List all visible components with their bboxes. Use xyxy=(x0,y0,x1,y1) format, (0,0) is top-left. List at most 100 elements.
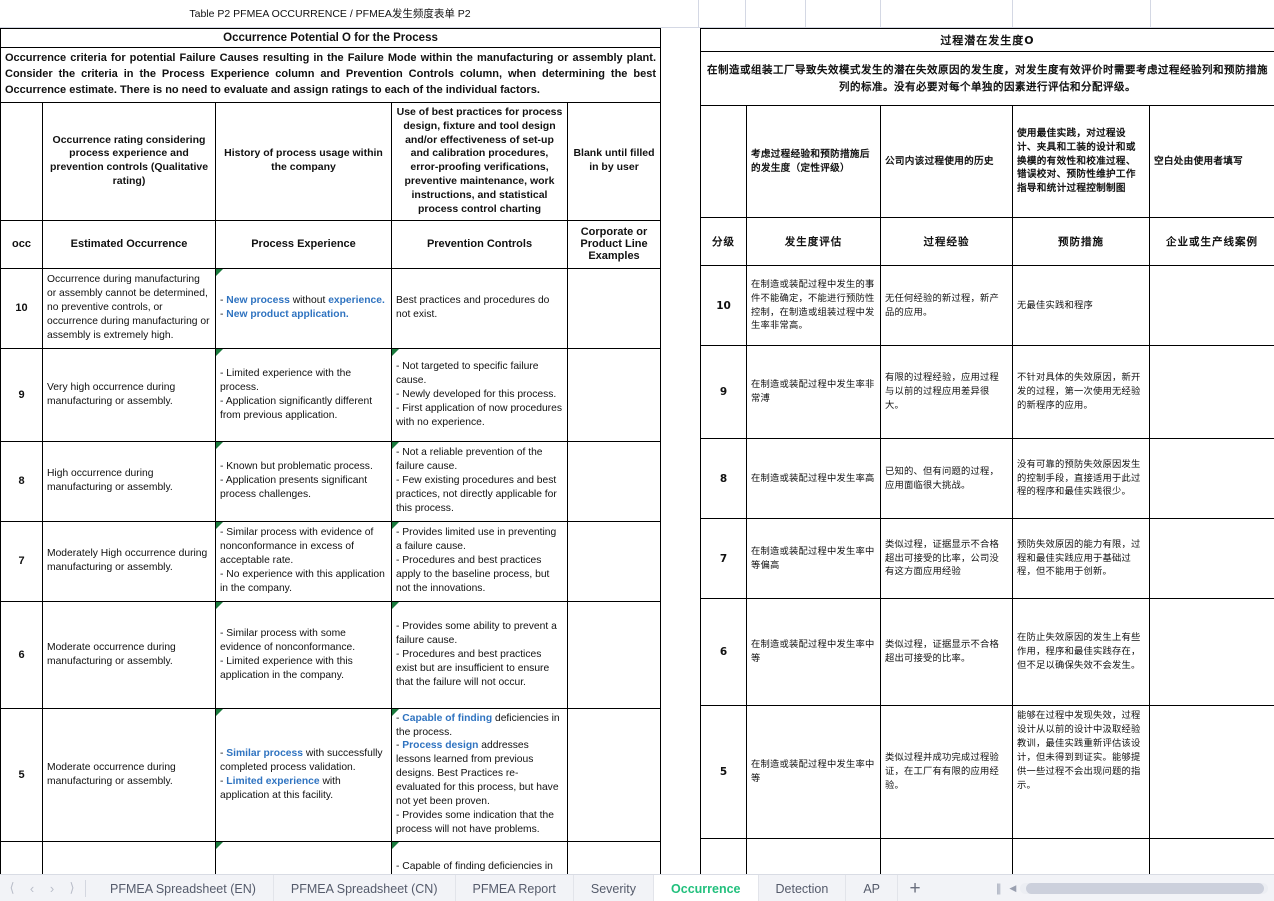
en-prevention-4[interactable]: - Capable of finding deficiencies in xyxy=(391,840,568,874)
tab-pfmea-report[interactable]: PFMEA Report xyxy=(456,875,574,901)
cn-prevention-5[interactable]: 能够在过程中发现失效，过程设计从以前的设计中汲取经验教训，最佳实践重新评估该设计… xyxy=(1012,705,1150,839)
en-estimated-5[interactable]: Moderate occurrence during manufacturing… xyxy=(42,707,216,842)
cn-occ-10[interactable]: 10 xyxy=(700,265,747,346)
table-row[interactable]: 9 Very high occurrence during manufactur… xyxy=(0,347,661,442)
sheet-nav-buttons[interactable]: ⟨ ‹ › ⟩ xyxy=(0,875,93,901)
en-estimated-9[interactable]: Very high occurrence during manufacturin… xyxy=(42,347,216,442)
tab-detection[interactable]: Detection xyxy=(759,875,847,901)
cn-prevention-8[interactable]: 没有可靠的预防失效原因发生的控制手段，直接适用于此过程的程序和最佳实践很少。 xyxy=(1012,438,1150,519)
cn-prevention-6[interactable]: 在防止失效原因的发生上有些作用，程序和最佳实践存在，但不足以确保失效不会发生。 xyxy=(1012,598,1150,706)
cn-prevention-4[interactable] xyxy=(1012,838,1150,874)
cn-estimated-8[interactable]: 在制造或装配过程中发生率高 xyxy=(746,438,881,519)
tab-pfmea-spreadsheet-cn[interactable]: PFMEA Spreadsheet (CN) xyxy=(274,875,456,901)
en-prevention-10[interactable]: Best practices and procedures do not exi… xyxy=(391,267,568,349)
en-prevention-7[interactable]: - Provides limited use in preventing a f… xyxy=(391,520,568,602)
cn-occ-8[interactable]: 8 xyxy=(700,438,747,519)
worksheet-canvas[interactable]: Table P2 PFMEA OCCURRENCE / PFMEA发生频度表单 … xyxy=(0,0,1274,874)
table-row[interactable]: 7 Moderately High occurrence during manu… xyxy=(0,520,661,602)
cn-examples-5[interactable] xyxy=(1149,705,1274,839)
table-row-partial[interactable]: - Capable of finding deficiencies in xyxy=(0,840,661,874)
tab-pfmea-spreadsheet-en[interactable]: PFMEA Spreadsheet (EN) xyxy=(93,875,274,901)
en-occ-4[interactable] xyxy=(0,840,43,874)
en-occ-5[interactable]: 5 xyxy=(0,707,43,842)
table-row[interactable]: 6 在制造或装配过程中发生率中等 类似过程，证据显示不合格超出可接受的比率。 在… xyxy=(700,598,1274,706)
en-occ-7[interactable]: 7 xyxy=(0,520,43,602)
scrollbar-track[interactable] xyxy=(1020,882,1268,894)
en-examples-10[interactable] xyxy=(567,267,661,349)
table-row[interactable]: 10 在制造或装配过程中发生的事件不能确定，不能进行预防性控制，在制造或组装过程… xyxy=(700,265,1274,346)
cn-examples-6[interactable] xyxy=(1149,598,1274,706)
cn-experience-10[interactable]: 无任何经验的新过程，新产品的应用。 xyxy=(880,265,1013,346)
cn-estimated-7[interactable]: 在制造或装配过程中发生率中等偏高 xyxy=(746,518,881,599)
cn-prevention-10[interactable]: 无最佳实践和程序 xyxy=(1012,265,1150,346)
en-experience-6[interactable]: - Similar process with some evidence of … xyxy=(215,600,392,709)
en-experience-8[interactable]: - Known but problematic process. - Appli… xyxy=(215,440,392,522)
cn-prevention-7[interactable]: 预防失效原因的能力有限，过程和最佳实践应用于基础过程，但不能用于创新。 xyxy=(1012,518,1150,599)
en-experience-10[interactable]: - New process without experience. - New p… xyxy=(215,267,392,349)
scrollbar-thumb[interactable] xyxy=(1026,882,1265,894)
table-row[interactable]: 10 Occurrence during manufacturing or as… xyxy=(0,267,661,349)
cn-experience-4[interactable] xyxy=(880,838,1013,874)
en-occ-6[interactable]: 6 xyxy=(0,600,43,709)
table-row[interactable]: 7 在制造或装配过程中发生率中等偏高 类似过程，证据显示不合格超出可接受的比率，… xyxy=(700,518,1274,599)
sheet-tab-bar[interactable]: ⟨ ‹ › ⟩ PFMEA Spreadsheet (EN) PFMEA Spr… xyxy=(0,874,1274,901)
cn-prevention-9[interactable]: 不针对具体的失效原因，新开发的过程，第一次使用无经验的新程序的应用。 xyxy=(1012,345,1150,439)
en-experience-5[interactable]: - Similar process with successfully comp… xyxy=(215,707,392,842)
cn-estimated-9[interactable]: 在制造或装配过程中发生率非常溥 xyxy=(746,345,881,439)
add-sheet-button[interactable]: + xyxy=(898,875,932,901)
cn-experience-7[interactable]: 类似过程，证据显示不合格超出可接受的比率，公司没有这方面应用经验 xyxy=(880,518,1013,599)
cn-experience-5[interactable]: 类似过程并成功完成过程验证，在工厂有有限的应用经验。 xyxy=(880,705,1013,839)
cn-occ-5[interactable]: 5 xyxy=(700,705,747,839)
cn-estimated-5[interactable]: 在制造或装配过程中发生率中等 xyxy=(746,705,881,839)
en-experience-9[interactable]: - Limited experience with the process. -… xyxy=(215,347,392,442)
prev-sheet-icon[interactable]: ‹ xyxy=(22,875,42,901)
en-examples-9[interactable] xyxy=(567,347,661,442)
split-grip-icon[interactable]: ||| xyxy=(990,881,1005,895)
cn-examples-4[interactable] xyxy=(1149,838,1274,874)
cn-experience-6[interactable]: 类似过程，证据显示不合格超出可接受的比率。 xyxy=(880,598,1013,706)
table-row-partial[interactable] xyxy=(700,838,1274,874)
en-prevention-9[interactable]: - Not targeted to specific failure cause… xyxy=(391,347,568,442)
cn-estimated-6[interactable]: 在制造或装配过程中发生率中等 xyxy=(746,598,881,706)
en-prevention-5[interactable]: - Capable of finding deficiencies in the… xyxy=(391,707,568,842)
en-examples-8[interactable] xyxy=(567,440,661,522)
last-sheet-icon[interactable]: ⟩ xyxy=(62,875,82,901)
cn-occ-6[interactable]: 6 xyxy=(700,598,747,706)
first-sheet-icon[interactable]: ⟨ xyxy=(2,875,22,901)
cn-estimated-4[interactable] xyxy=(746,838,881,874)
en-estimated-7[interactable]: Moderately High occurrence during manufa… xyxy=(42,520,216,602)
table-row[interactable]: 5 在制造或装配过程中发生率中等 类似过程并成功完成过程验证，在工厂有有限的应用… xyxy=(700,705,1274,839)
en-examples-6[interactable] xyxy=(567,600,661,709)
tab-occurrence[interactable]: Occurrence xyxy=(654,875,759,901)
en-experience-7[interactable]: - Similar process with evidence of nonco… xyxy=(215,520,392,602)
en-experience-4[interactable] xyxy=(215,840,392,874)
occurrence-table-cn[interactable]: 过程潜在发生度O 在制造或组装工厂导致失效模式发生的潜在失效原因的发生度，对发生… xyxy=(700,28,1274,874)
en-prevention-6[interactable]: - Provides some ability to prevent a fai… xyxy=(391,600,568,709)
cn-experience-8[interactable]: 已知的、但有问题的过程，应用面临很大挑战。 xyxy=(880,438,1013,519)
tab-ap[interactable]: AP xyxy=(846,875,899,901)
occurrence-table-en[interactable]: Occurrence Potential O for the Process O… xyxy=(0,28,661,874)
cn-examples-8[interactable] xyxy=(1149,438,1274,519)
cn-occ-7[interactable]: 7 xyxy=(700,518,747,599)
table-row[interactable]: 6 Moderate occurrence during manufacturi… xyxy=(0,600,661,709)
en-occ-10[interactable]: 10 xyxy=(0,267,43,349)
cn-occ-4[interactable] xyxy=(700,838,747,874)
horizontal-scrollbar[interactable]: ||| ◀ xyxy=(990,875,1274,901)
en-occ-9[interactable]: 9 xyxy=(0,347,43,442)
tab-severity[interactable]: Severity xyxy=(574,875,655,901)
en-examples-7[interactable] xyxy=(567,520,661,602)
table-row[interactable]: 5 Moderate occurrence during manufacturi… xyxy=(0,707,661,842)
en-examples-4[interactable] xyxy=(567,840,661,874)
en-prevention-8[interactable]: - Not a reliable prevention of the failu… xyxy=(391,440,568,522)
cn-examples-7[interactable] xyxy=(1149,518,1274,599)
sheet-tabs[interactable]: PFMEA Spreadsheet (EN) PFMEA Spreadsheet… xyxy=(93,875,932,901)
table-row[interactable]: 9 在制造或装配过程中发生率非常溥 有限的过程经验，应用过程与以前的过程应用差异… xyxy=(700,345,1274,439)
scroll-left-icon[interactable]: ◀ xyxy=(1009,883,1016,894)
cn-occ-9[interactable]: 9 xyxy=(700,345,747,439)
next-sheet-icon[interactable]: › xyxy=(42,875,62,901)
cn-experience-9[interactable]: 有限的过程经验，应用过程与以前的过程应用差异很大。 xyxy=(880,345,1013,439)
en-estimated-6[interactable]: Moderate occurrence during manufacturing… xyxy=(42,600,216,709)
en-estimated-10[interactable]: Occurrence during manufacturing or assem… xyxy=(42,267,216,349)
en-estimated-4[interactable] xyxy=(42,840,216,874)
cn-examples-10[interactable] xyxy=(1149,265,1274,346)
